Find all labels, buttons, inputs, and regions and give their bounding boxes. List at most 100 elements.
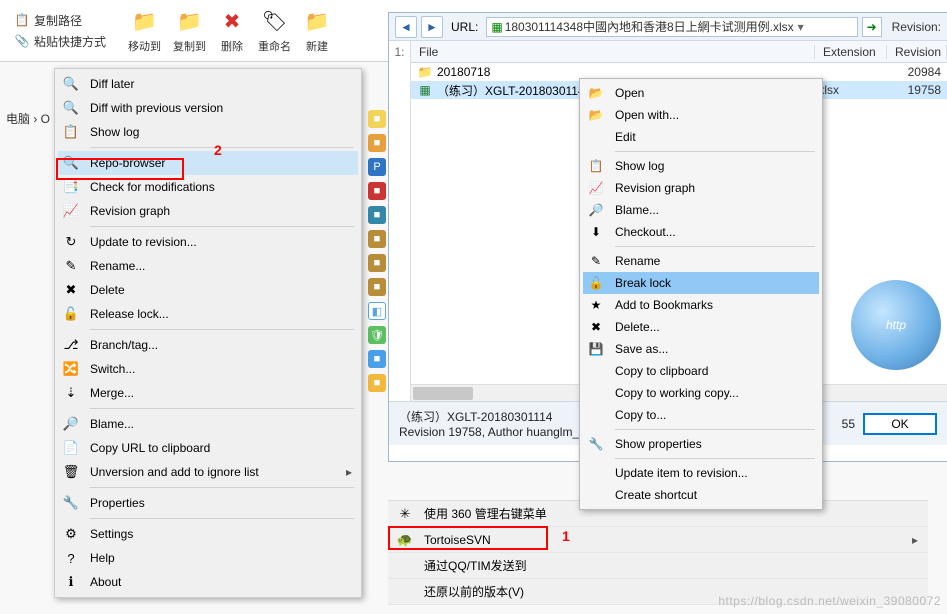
dock-icon[interactable]: ■ <box>368 350 386 368</box>
menu-item-edit[interactable]: Edit <box>583 126 819 148</box>
menu-item-show-log[interactable]: 📋Show log <box>58 120 358 144</box>
dock-icon[interactable]: ■ <box>368 254 386 272</box>
open-with-icon: 📂 <box>587 106 605 124</box>
menu-item-label: Checkout... <box>615 225 676 239</box>
rename-icon: ✎ <box>587 252 605 270</box>
copy-to-icon <box>587 406 605 424</box>
menu-item-settings[interactable]: ⚙Settings <box>58 522 358 546</box>
dropdown-icon[interactable]: ▾ <box>798 20 804 34</box>
menu-item-diff-prev[interactable]: 🔍Diff with previous version <box>58 96 358 120</box>
menu-item-bookmark[interactable]: ★Add to Bookmarks <box>583 294 819 316</box>
menu-item-release-lock[interactable]: 🔓Release lock... <box>58 302 358 326</box>
column-headers[interactable]: File Extension Revision <box>411 41 947 63</box>
sys-item-tortoisesvn[interactable]: 🐢TortoiseSVN▸ <box>388 527 928 553</box>
move-to-icon: 📁 <box>131 8 159 36</box>
copy-path[interactable]: 📋复制路径 <box>8 10 112 31</box>
menu-item-shortcut[interactable]: Create shortcut <box>583 484 819 506</box>
diff-later-icon: 🔍 <box>62 75 80 93</box>
menu-item-properties[interactable]: 🔧Properties <box>58 491 358 515</box>
vertical-dock: ■ ■ P ■ ■ ■ ■ ■ ◧ 🛡 ■ ■ <box>368 110 388 392</box>
nav-forward-button[interactable]: ► <box>421 16 443 38</box>
dock-icon[interactable]: ■ <box>368 182 386 200</box>
menu-item-label: Merge... <box>90 386 352 400</box>
breadcrumb[interactable]: 电脑 › O <box>0 108 56 129</box>
col-file[interactable]: File <box>411 45 815 59</box>
menu-item-label: Show log <box>615 159 664 173</box>
menu-item-blame[interactable]: 🔎Blame... <box>58 412 358 436</box>
menu-item-rev-graph[interactable]: 📈Revision graph <box>583 177 819 199</box>
menu-item-unversion[interactable]: 🗑Unversion and add to ignore list▸ <box>58 460 358 484</box>
menu-item-help[interactable]: ?Help <box>58 546 358 570</box>
new-button[interactable]: 📁新建 <box>297 6 337 56</box>
menu-item-copy-url[interactable]: 📄 Copy URL to clipboard <box>58 436 358 460</box>
go-button[interactable]: ➜ <box>862 17 882 37</box>
copy-to-button[interactable]: 📁复制到 <box>167 6 212 56</box>
menu-item-open-with[interactable]: 📂Open with... <box>583 104 819 126</box>
col-revision[interactable]: Revision <box>887 45 947 59</box>
url-input[interactable]: ▦180301114348中國內地和香港8日上網卡试测用例.xlsx▾ <box>486 17 857 37</box>
dock-icon[interactable]: ■ <box>368 134 386 152</box>
menu-item-delete[interactable]: ✖Delete <box>58 278 358 302</box>
menu-item-diff-later[interactable]: 🔍Diff later <box>58 72 358 96</box>
file-icon: ▦ <box>417 82 433 98</box>
menu-item-rename[interactable]: ✎Rename... <box>58 254 358 278</box>
rename-icon: 🏷 <box>261 8 289 36</box>
dock-icon[interactable]: ■ <box>368 278 386 296</box>
menu-item-switch[interactable]: 🔀Switch... <box>58 357 358 381</box>
dock-icon[interactable]: ■ <box>368 206 386 224</box>
menu-item-repo-browser[interactable]: 🔍Repo-browser <box>58 151 358 175</box>
scrollbar-thumb[interactable] <box>413 387 473 400</box>
sys-item-qqtim[interactable]: 通过QQ/TIM发送到 <box>388 553 928 579</box>
tortoisesvn-submenu: 🔍Diff later🔍Diff with previous version📋S… <box>54 68 362 598</box>
menu-item-about[interactable]: ℹAbout <box>58 570 358 594</box>
menu-item-show-props[interactable]: 🔧Show properties <box>583 433 819 455</box>
menu-item-update-to[interactable]: ↻Update to revision... <box>58 230 358 254</box>
menu-item-branch-tag[interactable]: ⎇Branch/tag... <box>58 333 358 357</box>
dock-icon[interactable]: 🛡 <box>368 326 386 344</box>
menu-item-update-rev[interactable]: Update item to revision... <box>583 462 819 484</box>
menu-item-copy-to[interactable]: Copy to... <box>583 404 819 426</box>
dock-icon[interactable]: ◧ <box>368 302 386 320</box>
menu-item-rename[interactable]: ✎Rename <box>583 250 819 272</box>
copy-url-icon: 📄 <box>62 439 80 457</box>
dock-icon[interactable]: ■ <box>368 374 386 392</box>
tree-pane[interactable]: 1: <box>389 41 411 401</box>
delete-icon: ✖ <box>62 281 80 299</box>
menu-item-blame[interactable]: 🔎Blame... <box>583 199 819 221</box>
menu-item-label: Copy URL to clipboard <box>90 441 352 455</box>
menu-item-rev-graph[interactable]: 📈Revision graph <box>58 199 358 223</box>
col-extension[interactable]: Extension <box>815 45 887 59</box>
menu-item-delete[interactable]: ✖Delete... <box>583 316 819 338</box>
menu-item-open[interactable]: 📂Open <box>583 82 819 104</box>
rename-button[interactable]: 🏷重命名 <box>252 6 297 56</box>
delete-button[interactable]: ✖删除 <box>212 6 252 56</box>
menu-item-label: Save as... <box>615 342 668 356</box>
break-lock-icon: 🔓 <box>587 274 605 292</box>
dock-icon[interactable]: P <box>368 158 386 176</box>
menu-item-copy-wc[interactable]: Copy to working copy... <box>583 382 819 404</box>
show-props-icon: 🔧 <box>587 435 605 453</box>
folder-icon: 📁 <box>417 64 433 80</box>
menu-item-break-lock[interactable]: 🔓Break lock <box>583 272 819 294</box>
branch-tag-icon: ⎇ <box>62 336 80 354</box>
move-to-button[interactable]: 📁移动到 <box>122 6 167 56</box>
file-rev: 19758 <box>887 83 947 97</box>
new-icon: 📁 <box>303 8 331 36</box>
diff-prev-icon: 🔍 <box>62 99 80 117</box>
menu-item-checkout[interactable]: ⬇Checkout... <box>583 221 819 243</box>
rename-icon: ✎ <box>62 257 80 275</box>
show-log-icon: 📋 <box>62 123 80 141</box>
ok-button[interactable]: OK <box>863 413 937 435</box>
paste-shortcut[interactable]: 📎粘贴快捷方式 <box>8 31 112 52</box>
update-rev-icon <box>587 464 605 482</box>
menu-item-save-as[interactable]: 💾Save as... <box>583 338 819 360</box>
menu-item-copy-clip[interactable]: Copy to clipboard <box>583 360 819 382</box>
menu-item-show-log[interactable]: 📋Show log <box>583 155 819 177</box>
dock-icon[interactable]: ■ <box>368 230 386 248</box>
about-icon: ℹ <box>62 573 80 591</box>
menu-item-merge[interactable]: ⇣Merge... <box>58 381 358 405</box>
dock-icon[interactable]: ■ <box>368 110 386 128</box>
submenu-arrow-icon: ▸ <box>346 465 352 479</box>
nav-back-button[interactable]: ◄ <box>395 16 417 38</box>
menu-item-check-mod[interactable]: 📑Check for modifications <box>58 175 358 199</box>
